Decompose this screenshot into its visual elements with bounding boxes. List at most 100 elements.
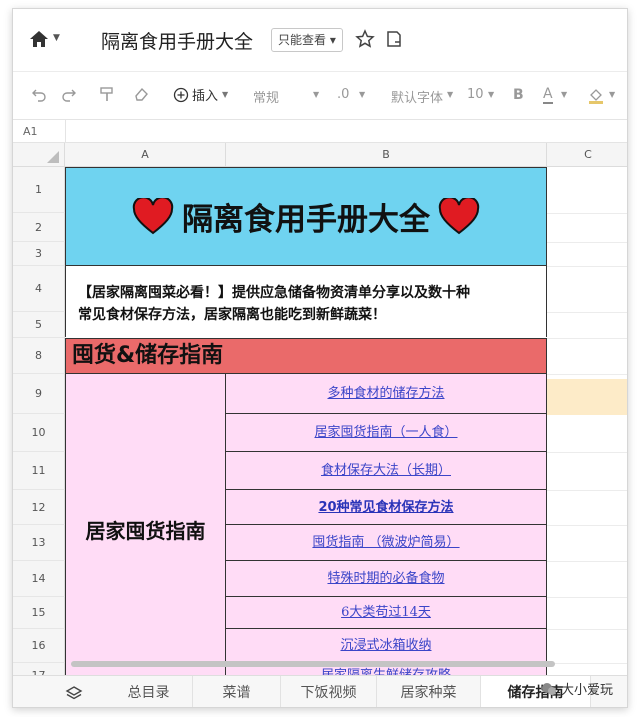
document-title: 隔离食用手册大全: [101, 31, 254, 53]
select-all-corner[interactable]: [13, 143, 65, 167]
row-header[interactable]: 15: [13, 597, 65, 629]
insert-label: 插入: [192, 89, 219, 104]
column-header-c[interactable]: C: [547, 143, 627, 167]
gridline: [547, 561, 627, 562]
view-only-button[interactable]: 只能查看 ▾: [271, 28, 343, 52]
gridline: [547, 266, 627, 267]
cell-reference[interactable]: A1: [23, 125, 38, 138]
link-cell[interactable]: 居家囤货指南（一人食）: [226, 414, 547, 452]
link-cell[interactable]: 6大类苟过14天: [226, 597, 547, 629]
horizontal-scrollbar[interactable]: [71, 661, 555, 667]
font-size-label: 10: [467, 87, 484, 102]
banner-title: 隔离食用手册大全: [182, 202, 430, 238]
format-painter-icon[interactable]: [99, 86, 115, 102]
subcategory-cell[interactable]: 居家囤货指南: [65, 374, 226, 675]
view-only-caret-icon: ▾: [329, 33, 336, 47]
gridline: [547, 452, 627, 453]
number-format-select[interactable]: 常规: [253, 87, 279, 106]
row-header[interactable]: 16: [13, 629, 65, 663]
link-cell[interactable]: 20种常见食材保存方法: [226, 490, 547, 525]
plus-circle-icon: [173, 87, 189, 102]
decimal-button[interactable]: .0: [337, 87, 349, 102]
tab-home-gardening[interactable]: 居家种菜: [377, 676, 481, 707]
font-size-caret-icon[interactable]: ▼: [488, 90, 494, 99]
row-header[interactable]: 10: [13, 414, 65, 452]
number-format-caret-icon[interactable]: ▼: [313, 90, 319, 99]
heart-icon: [132, 197, 174, 234]
text-color-label: A: [543, 86, 553, 102]
text-color-button[interactable]: A: [543, 87, 553, 104]
bold-button[interactable]: B: [513, 87, 524, 103]
layers-icon[interactable]: [65, 685, 83, 701]
gridline: [547, 312, 627, 313]
row-header[interactable]: 14: [13, 561, 65, 597]
subcategory-label: 居家囤货指南: [85, 518, 206, 543]
column-header-b[interactable]: B: [226, 143, 547, 167]
link-cell[interactable]: 囤货指南 （微波炉简易）: [226, 525, 547, 561]
link-cell[interactable]: 特殊时期的必备食物: [226, 561, 547, 597]
gridline: [547, 213, 627, 214]
font-family-caret-icon[interactable]: ▼: [447, 90, 453, 99]
section-title: 囤货&储存指南: [72, 343, 224, 368]
highlighted-cell-c9[interactable]: [547, 379, 627, 415]
wechat-logo-icon: [542, 682, 556, 695]
row-header[interactable]: 4: [13, 266, 65, 312]
spreadsheet-window: ▼ 隔离食用手册大全 只能查看 ▾ 插入 ▼ 常规 ▼ .0 ▼ 默认字体 ▼ …: [12, 8, 628, 708]
gridline: [547, 338, 627, 339]
font-size-select[interactable]: 10: [467, 87, 484, 102]
insert-caret-icon: ▼: [222, 90, 229, 99]
font-family-label: 默认字体: [391, 91, 444, 106]
fill-color-icon[interactable]: [587, 86, 605, 104]
fill-color-caret-icon[interactable]: ▼: [609, 90, 615, 99]
gridline: [547, 629, 627, 630]
gridline: [547, 374, 627, 375]
title-banner-cell[interactable]: 隔离食用手册大全: [65, 167, 547, 266]
row-header[interactable]: 3: [13, 242, 65, 266]
view-only-label: 只能查看: [278, 33, 327, 47]
home-icon[interactable]: [29, 30, 49, 48]
watermark: 大小爱玩: [541, 679, 613, 698]
intro-line-1: 【居家隔离囤菜必看！】提供应急储备物资清单分享以及数十种: [78, 285, 470, 301]
row-header[interactable]: 5: [13, 312, 65, 338]
text-color-caret-icon[interactable]: ▼: [561, 90, 567, 99]
decimal-caret-icon[interactable]: ▼: [359, 90, 365, 99]
clear-format-icon[interactable]: [133, 86, 149, 102]
link-cell[interactable]: 多种食材的储存方法: [226, 374, 547, 414]
font-family-select[interactable]: 默认字体: [391, 87, 443, 106]
link-cell[interactable]: 食材保存大法（长期）: [226, 452, 547, 490]
intro-line-2: 常见食材保存方法，居家隔离也能吃到新鲜蔬菜！: [78, 307, 386, 323]
home-caret-icon[interactable]: ▼: [53, 33, 60, 43]
row-header[interactable]: 13: [13, 525, 65, 561]
column-header-a[interactable]: A: [65, 143, 226, 167]
insert-button[interactable]: 插入 ▼: [173, 85, 228, 104]
row-header[interactable]: 17: [13, 663, 65, 675]
tab-overview[interactable]: 总目录: [105, 676, 193, 707]
gridline: [547, 525, 627, 526]
row-header[interactable]: 8: [13, 338, 65, 374]
row-header[interactable]: 1: [13, 167, 65, 213]
link-cell[interactable]: 沉浸式冰箱收纳: [226, 629, 547, 663]
sheet-grid[interactable]: A B C 1 2 3 4 5 8 9 10 11 12 13 14 15 16…: [13, 143, 627, 675]
bold-label: B: [513, 87, 524, 103]
row-header[interactable]: 12: [13, 490, 65, 525]
gridline: [547, 490, 627, 491]
row-header[interactable]: 9: [13, 374, 65, 414]
intro-text-cell[interactable]: 【居家隔离囤菜必看！】提供应急储备物资清单分享以及数十种 常见食材保存方法，居家…: [65, 266, 547, 337]
sheet-tab-bar: 总目录 菜谱 下饭视频 居家种菜 储存指南: [13, 675, 627, 707]
watermark-text: 大小爱玩: [561, 683, 614, 698]
tab-videos[interactable]: 下饭视频: [281, 676, 377, 707]
title-bar: ▼ 隔离食用手册大全 只能查看 ▾: [13, 9, 627, 71]
formula-bar-divider: [65, 120, 66, 144]
save-to-drive-icon[interactable]: [385, 30, 403, 48]
toolbar: 插入 ▼ 常规 ▼ .0 ▼ 默认字体 ▼ 10 ▼ B A ▼ ▼: [13, 71, 627, 119]
row-header[interactable]: 2: [13, 213, 65, 242]
tab-recipes[interactable]: 菜谱: [193, 676, 281, 707]
row-header[interactable]: 11: [13, 452, 65, 490]
undo-icon[interactable]: [31, 86, 47, 102]
section-title-cell[interactable]: 囤货&储存指南: [65, 338, 547, 374]
star-icon[interactable]: [355, 29, 375, 49]
decimal-label: .0: [337, 87, 350, 102]
number-format-label: 常规: [253, 91, 280, 106]
gridline: [547, 242, 627, 243]
redo-icon[interactable]: [61, 86, 77, 102]
